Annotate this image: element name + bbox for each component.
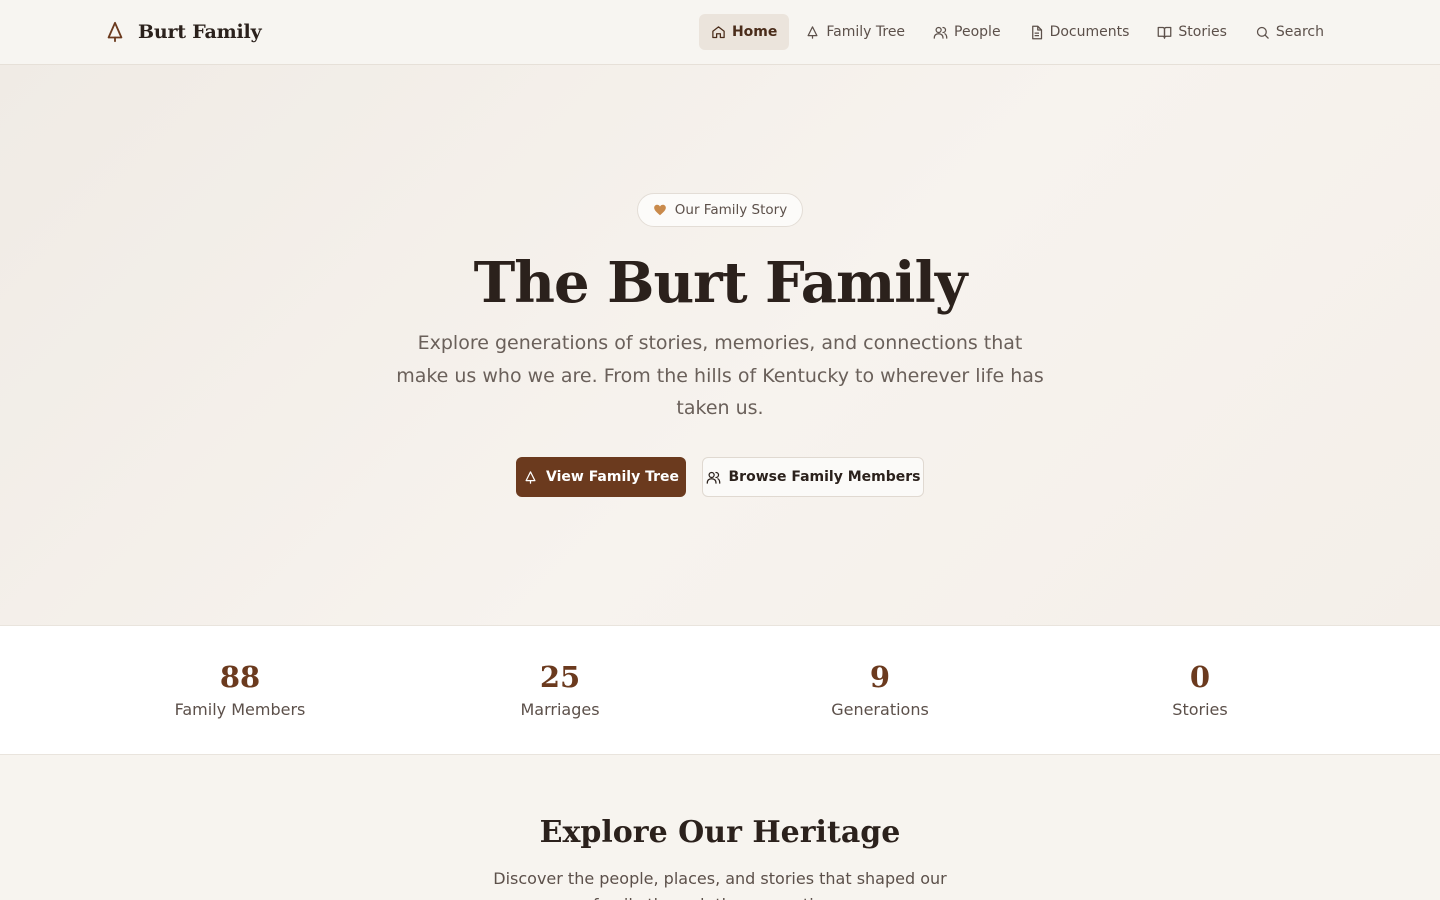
nav-label: Documents [1049, 24, 1130, 40]
stat-value: 88 [219, 660, 261, 694]
stat-value: 9 [869, 660, 891, 694]
people-icon [933, 25, 948, 40]
nav-label: Search [1275, 24, 1324, 40]
story-badge: Our Family Story [637, 193, 803, 227]
nav-label: Family Tree [826, 24, 906, 40]
site-header: Burt Family Home Family Tree People Docu… [0, 0, 1440, 65]
document-icon [1029, 25, 1044, 40]
nav-item-documents[interactable]: Documents [1017, 14, 1142, 50]
nav-item-search[interactable]: Search [1243, 14, 1336, 50]
tree-icon [104, 21, 126, 43]
stats-bar: 88 Family Members 25 Marriages 9 Generat… [0, 625, 1440, 755]
section-subtitle: Discover the people, places, and stories… [493, 869, 947, 900]
hero-subtitle: Explore generations of stories, memories… [396, 332, 1044, 419]
nav-label: People [954, 24, 1001, 40]
heart-icon [653, 203, 667, 217]
hero-section: Our Family Story The Burt Family Explore… [0, 65, 1440, 625]
stat-value: 0 [1189, 660, 1211, 694]
badge-label: Our Family Story [674, 202, 788, 218]
stat-family-members: 88 Family Members [120, 658, 360, 719]
brand-name: Burt Family [138, 21, 262, 43]
home-icon [711, 25, 726, 40]
people-icon [706, 470, 721, 485]
stat-marriages: 25 Marriages [440, 658, 680, 719]
nav-label: Stories [1178, 24, 1227, 40]
main-nav: Home Family Tree People Documents Storie… [695, 14, 1336, 50]
stat-label: Family Members [174, 700, 306, 719]
search-icon [1255, 25, 1270, 40]
button-label: View Family Tree [546, 469, 679, 485]
stat-label: Generations [831, 700, 929, 719]
section-title: Explore Our Heritage [539, 815, 901, 850]
nav-item-people[interactable]: People [921, 14, 1013, 50]
tree-icon [523, 470, 538, 485]
stat-generations: 9 Generations [760, 658, 1000, 719]
browse-family-members-button[interactable]: Browse Family Members [702, 457, 924, 497]
stat-value: 25 [539, 660, 581, 694]
brand-logo[interactable]: Burt Family [104, 18, 262, 46]
nav-label: Home [731, 24, 778, 40]
nav-item-home[interactable]: Home [698, 14, 790, 50]
book-icon [1157, 25, 1172, 40]
tree-icon [805, 25, 820, 40]
nav-item-family-tree[interactable]: Family Tree [793, 14, 917, 50]
stat-label: Marriages [520, 700, 600, 719]
page-title: The Burt Family [473, 250, 968, 316]
view-family-tree-button[interactable]: View Family Tree [516, 457, 686, 497]
stat-stories: 0 Stories [1080, 658, 1320, 719]
nav-item-stories[interactable]: Stories [1145, 14, 1239, 50]
button-label: Browse Family Members [728, 469, 921, 485]
stat-label: Stories [1172, 700, 1228, 719]
